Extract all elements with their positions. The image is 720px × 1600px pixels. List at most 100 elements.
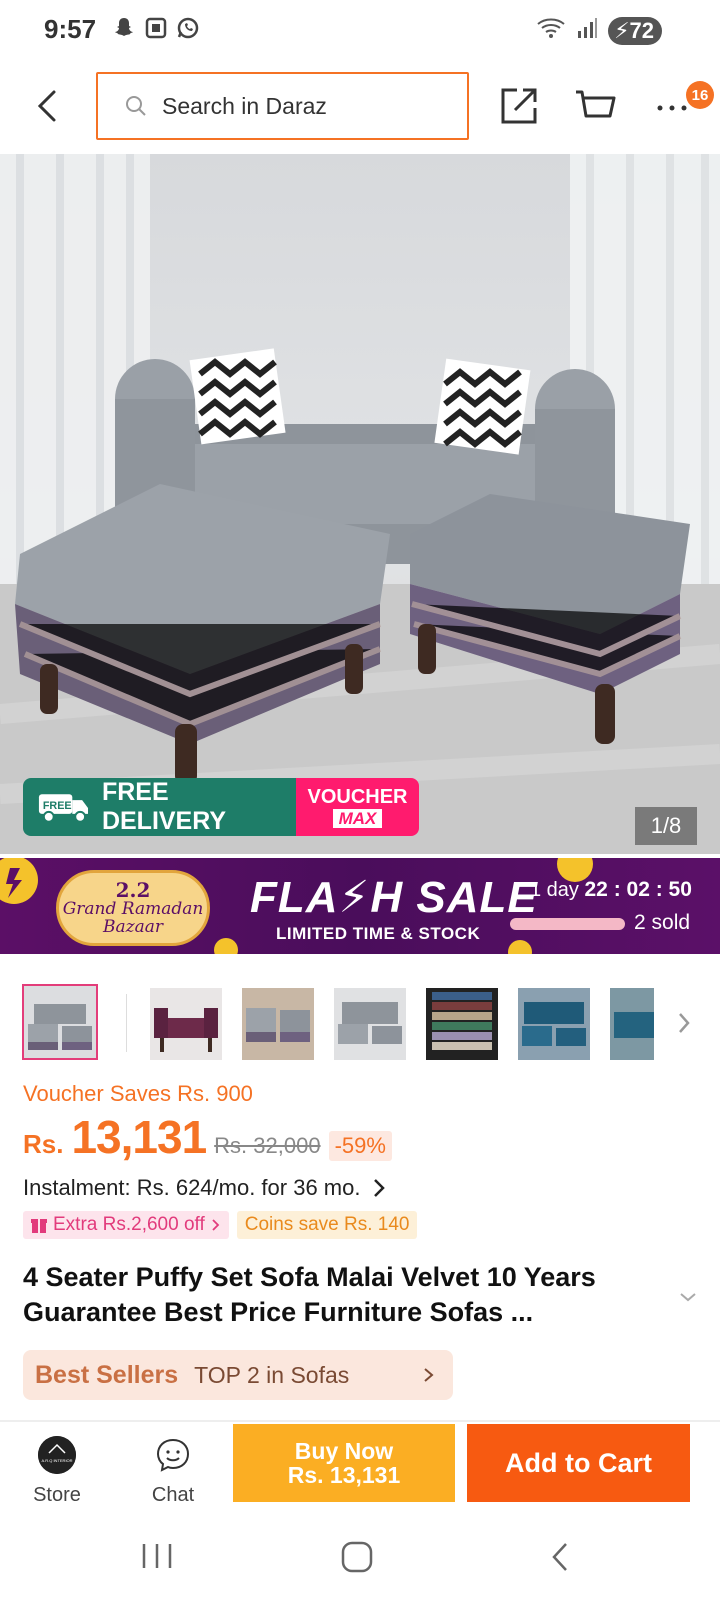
free-truck-label: FREE (43, 800, 72, 812)
home-icon (341, 1541, 373, 1573)
price-currency: Rs. (23, 1129, 64, 1159)
product-title: 4 Seater Puffy Set Sofa Malai Velvet 10 … (23, 1262, 596, 1327)
battery-indicator: ⚡72 (608, 16, 662, 45)
chat-icon (156, 1438, 190, 1472)
thumbnail-strip (0, 984, 720, 1064)
instalment-text: Instalment: Rs. 624/mo. for 36 mo. (23, 1175, 361, 1200)
add-to-cart-label: Add to Cart (505, 1447, 652, 1478)
grand-ramadan-bazaar-logo: 2.2 Grand Ramadan Bazaar (56, 870, 210, 946)
thumbnail-separator (126, 994, 127, 1052)
voucher-max-label: MAX (332, 808, 383, 828)
cart-button[interactable] (572, 82, 620, 130)
battery-icon: ⚡ (614, 17, 630, 43)
campaign-number: 2.2 (115, 877, 151, 902)
free-delivery-badge: FREE FREE DELIVERY (23, 778, 296, 836)
chevron-down-icon (680, 1293, 696, 1302)
best-sellers-banner[interactable]: Best Sellers TOP 2 in Sofas (23, 1350, 453, 1400)
recent-apps-button[interactable] (140, 1542, 174, 1570)
system-back-button[interactable] (548, 1540, 572, 1574)
thumb-bench-image (150, 988, 222, 1060)
buy-now-label: Buy Now (294, 1437, 394, 1464)
thumbnail-7[interactable] (610, 988, 654, 1060)
signal-icon (576, 17, 598, 44)
expand-title-button[interactable] (678, 1290, 698, 1304)
free-delivery-label: FREE DELIVERY (101, 778, 227, 835)
screenshot-icon (144, 16, 168, 40)
bottom-action-bar: A.R.Q INTERIOR Store Chat Buy Now Rs. 13… (0, 1422, 720, 1526)
current-price: 13,131 (71, 1111, 207, 1163)
add-to-cart-button[interactable]: Add to Cart (467, 1424, 690, 1502)
recents-icon (142, 1544, 172, 1568)
thumb-ottomans-image (242, 988, 314, 1060)
buy-now-button[interactable]: Buy Now Rs. 13,131 (233, 1424, 455, 1502)
delivery-truck-icon: FREE (38, 794, 89, 823)
best-sellers-label: Best Sellers (35, 1360, 179, 1389)
thumb-teal-ottoman-image (610, 988, 654, 1060)
promo-tags: Extra Rs.2,600 off Coins save Rs. 140 (23, 1211, 418, 1239)
status-time: 9:57 (44, 14, 97, 44)
wifi-icon (536, 16, 566, 45)
search-input[interactable]: Search in Daraz (96, 72, 469, 140)
sofa-photo (0, 154, 720, 854)
discount-badge: -59% (328, 1131, 392, 1161)
flash-sale-subtitle: LIMITED TIME & STOCK (276, 924, 481, 943)
buy-now-price: Rs. 13,131 (287, 1462, 401, 1488)
top-header: Search in Daraz 16 (0, 62, 720, 154)
voucher-saves-text[interactable]: Voucher Saves Rs. 900 (23, 1081, 253, 1107)
status-bar: 9:57 ⚡72 (0, 0, 720, 62)
flash-countdown: 1 day 22 : 02 : 50 (530, 878, 692, 902)
instalment-link[interactable]: Instalment: Rs. 624/mo. for 36 mo. (23, 1175, 386, 1201)
extra-off-tag[interactable]: Extra Rs.2,600 off (23, 1211, 229, 1239)
share-icon (501, 88, 537, 124)
thumb-sofa-set-image (334, 988, 406, 1060)
coins-save-text: Coins save Rs. 140 (244, 1214, 410, 1235)
sold-count: 2 sold (634, 911, 691, 934)
thumb-sofa-image (24, 986, 96, 1058)
countdown-days: 1 day (530, 879, 579, 901)
voucher-label: VOUCHER (307, 785, 408, 808)
thumbnails-next-button[interactable] (676, 1008, 694, 1038)
chevron-left-icon (37, 90, 56, 122)
home-button[interactable] (340, 1540, 374, 1574)
back-arrow-icon (552, 1543, 567, 1571)
flash-sale-banner[interactable]: 2.2 Grand Ramadan Bazaar FLA⚡H SALE LIMI… (0, 858, 720, 954)
notification-badge: 16 (686, 81, 714, 109)
free-delivery-voucher-badge: FREE FREE DELIVERY VOUCHER MAX (23, 778, 419, 836)
thumbnail-1[interactable] (22, 984, 98, 1060)
snapchat-icon (112, 16, 136, 40)
search-placeholder: Search in Daraz (162, 92, 327, 119)
product-image[interactable] (0, 154, 720, 854)
chat-label: Chat (151, 1484, 195, 1506)
sold-progress-bar (510, 918, 625, 930)
store-logo: A.R.Q INTERIOR (38, 1436, 76, 1474)
system-nav-bar (0, 1526, 720, 1600)
flash-sale-title: FLA⚡H SALE (250, 873, 538, 922)
thumbnail-3[interactable] (242, 988, 314, 1060)
image-counter: 1/8 (635, 807, 697, 845)
campaign-line1: Grand Ramadan (62, 898, 204, 919)
whatsapp-icon (176, 16, 200, 40)
store-button[interactable]: A.R.Q INTERIOR Store (22, 1436, 92, 1516)
store-logo-text: A.R.Q INTERIOR (41, 1458, 72, 1463)
back-button[interactable] (30, 84, 70, 128)
thumbnail-4[interactable] (334, 988, 406, 1060)
chevron-right-icon (424, 1368, 434, 1382)
coins-save-tag[interactable]: Coins save Rs. 140 (236, 1211, 418, 1239)
thumbnail-5[interactable] (426, 988, 498, 1060)
store-label: Store (33, 1484, 81, 1506)
gift-icon (31, 1219, 47, 1233)
campaign-line2: Bazaar (103, 916, 163, 937)
best-sellers-rank: TOP 2 in Sofas (194, 1361, 350, 1388)
chevron-right-icon (212, 1219, 220, 1231)
search-icon (126, 96, 146, 116)
thumbnail-2[interactable] (150, 988, 222, 1060)
thumb-fabric-swatches-image (426, 988, 498, 1060)
store-logo-image: A.R.Q INTERIOR (38, 1436, 76, 1474)
extra-off-text: Extra Rs.2,600 off (53, 1214, 205, 1235)
countdown-time: 22 : 02 : 50 (584, 878, 692, 901)
share-button[interactable] (495, 82, 543, 130)
chevron-right-icon (374, 1179, 386, 1197)
original-price: Rs. 32,000 (214, 1133, 321, 1158)
thumbnail-6[interactable] (518, 988, 590, 1060)
chat-button[interactable]: Chat (138, 1436, 208, 1516)
